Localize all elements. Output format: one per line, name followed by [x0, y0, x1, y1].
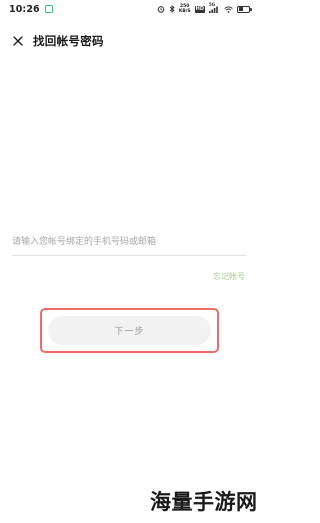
- notification-icon: [44, 5, 53, 13]
- status-bar: 10:26 250 KB/S HD 5G: [0, 0, 259, 18]
- screen: 10:26 250 KB/S HD 5G 找回帐号密码 请输入您帐号绑定的手机号…: [0, 0, 259, 523]
- network-speed: 250 KB/S: [179, 4, 191, 14]
- bluetooth-icon: [169, 5, 175, 13]
- wifi-icon: [224, 5, 233, 13]
- next-button[interactable]: 下一步: [48, 316, 211, 345]
- hd-badge-icon: HD: [194, 5, 205, 13]
- alarm-icon: [157, 5, 165, 13]
- status-icons: 250 KB/S HD 5G: [157, 2, 252, 14]
- account-input[interactable]: [12, 229, 247, 255]
- battery-fill: [238, 7, 243, 11]
- page-title: 找回帐号密码: [33, 34, 104, 48]
- close-button[interactable]: [7, 30, 29, 52]
- signal-icon: 5G: [209, 2, 220, 13]
- watermark-logo: 海量手游网: [150, 490, 258, 514]
- close-icon: [13, 36, 23, 46]
- account-input-field: [12, 229, 247, 256]
- header: 找回帐号密码: [0, 30, 259, 52]
- status-time: 10:26: [9, 3, 40, 15]
- network-speed-unit: KB/S: [178, 9, 191, 14]
- signal-label: 5G: [209, 2, 216, 7]
- forgot-account-link[interactable]: 忘记帐号: [213, 271, 245, 282]
- battery-icon: [237, 5, 252, 13]
